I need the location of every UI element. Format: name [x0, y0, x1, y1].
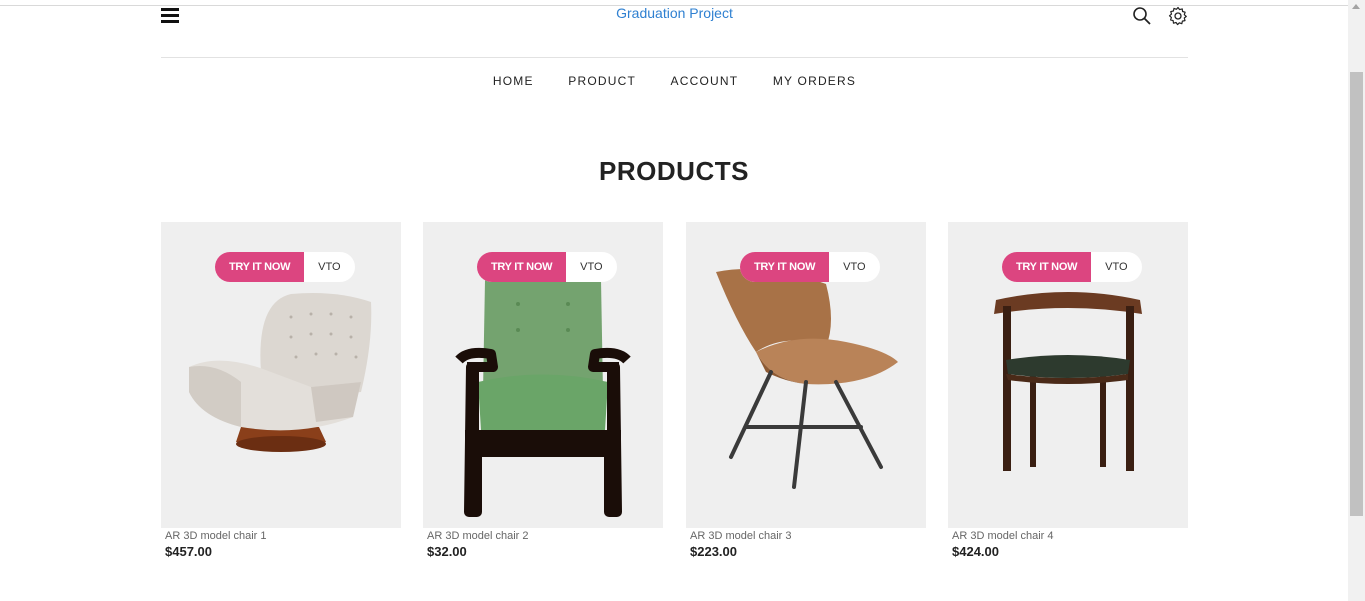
- action-pill: TRY IT NOW VTO: [215, 252, 355, 282]
- main-nav: HOME PRODUCT ACCOUNT MY ORDERS: [161, 74, 1188, 88]
- product-card[interactable]: TRY IT NOW VTO AR 3D model chair 2 $32.0…: [423, 222, 663, 559]
- nav-account[interactable]: ACCOUNT: [671, 74, 739, 88]
- search-icon[interactable]: [1132, 6, 1152, 26]
- products-heading-text: PRODUCTS: [599, 156, 749, 186]
- vto-button[interactable]: VTO: [566, 252, 616, 282]
- product-name[interactable]: AR 3D model chair 4: [948, 530, 1188, 542]
- product-price: $223.00: [690, 544, 737, 559]
- action-pill: TRY IT NOW VTO: [1002, 252, 1142, 282]
- nav-home[interactable]: HOME: [493, 74, 534, 88]
- product-name[interactable]: AR 3D model chair 1: [161, 530, 401, 542]
- product-card[interactable]: TRY IT NOW VTO AR 3D model chair 4 $424.…: [948, 222, 1188, 559]
- vto-button[interactable]: VTO: [304, 252, 354, 282]
- products-heading: PRODUCTS: [579, 156, 769, 187]
- product-image[interactable]: TRY IT NOW VTO: [423, 222, 663, 528]
- action-pill: TRY IT NOW VTO: [740, 252, 880, 282]
- product-name[interactable]: AR 3D model chair 2: [423, 530, 663, 542]
- site-header: Graduation Project: [161, 0, 1188, 58]
- try-it-now-button[interactable]: TRY IT NOW: [740, 252, 830, 282]
- product-price: $457.00: [165, 544, 212, 559]
- vto-button[interactable]: VTO: [829, 252, 879, 282]
- brand-title[interactable]: Graduation Project: [161, 5, 1188, 21]
- product-price: $32.00: [427, 544, 467, 559]
- product-image[interactable]: TRY IT NOW VTO: [161, 222, 401, 528]
- try-it-now-button[interactable]: TRY IT NOW: [215, 252, 305, 282]
- product-price: $424.00: [952, 544, 999, 559]
- product-image[interactable]: TRY IT NOW VTO: [948, 222, 1188, 528]
- try-it-now-button[interactable]: TRY IT NOW: [1002, 252, 1092, 282]
- page-scrollbar[interactable]: [1348, 0, 1365, 601]
- vto-button[interactable]: VTO: [1091, 252, 1141, 282]
- nav-product[interactable]: PRODUCT: [568, 74, 636, 88]
- scrollbar-thumb[interactable]: [1350, 72, 1363, 516]
- nav-my-orders[interactable]: MY ORDERS: [773, 74, 856, 88]
- product-name[interactable]: AR 3D model chair 3: [686, 530, 926, 542]
- product-card[interactable]: TRY IT NOW VTO AR 3D model chair 3 $223.…: [686, 222, 926, 559]
- scroll-up-arrow-icon[interactable]: [1352, 4, 1360, 9]
- try-it-now-button[interactable]: TRY IT NOW: [477, 252, 567, 282]
- product-image[interactable]: TRY IT NOW VTO: [686, 222, 926, 528]
- action-pill: TRY IT NOW VTO: [477, 252, 617, 282]
- gear-icon[interactable]: [1168, 6, 1188, 26]
- product-card[interactable]: TRY IT NOW VTO AR 3D model chair 1 $457.…: [161, 222, 401, 559]
- products-heading-wrap: PRODUCTS: [0, 156, 1348, 187]
